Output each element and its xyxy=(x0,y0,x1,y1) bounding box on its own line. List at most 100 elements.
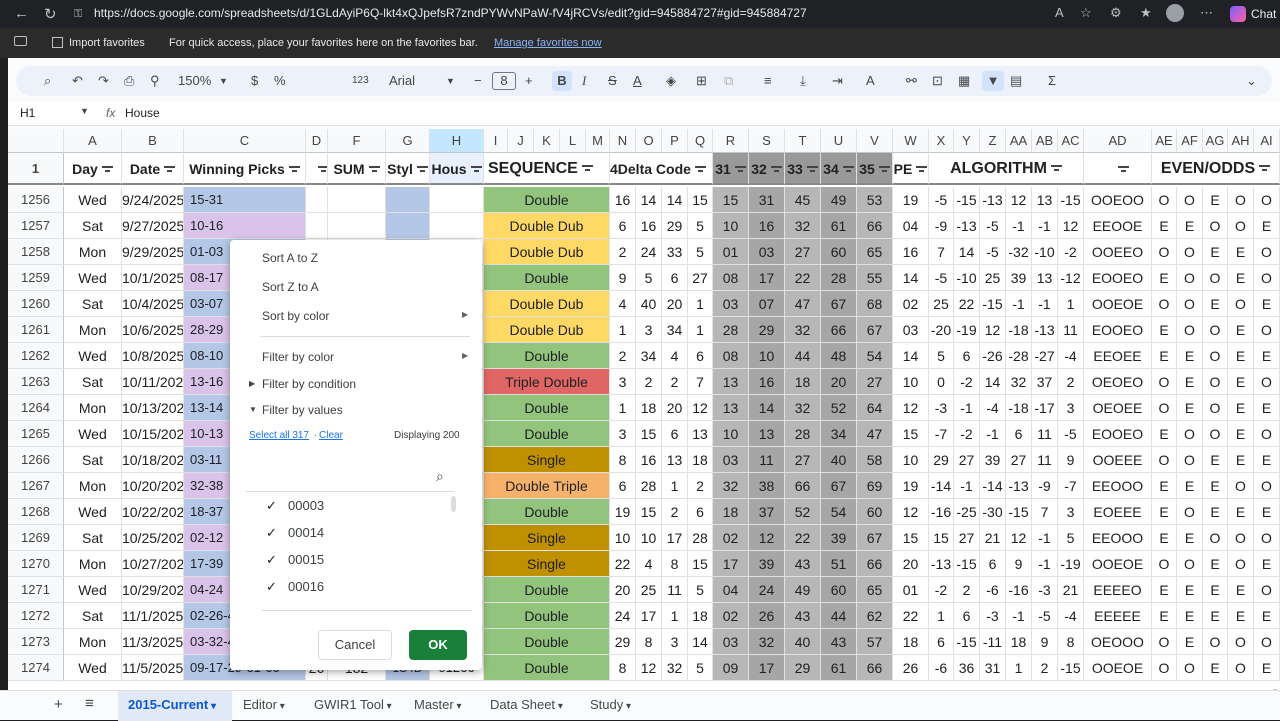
cell-house[interactable] xyxy=(430,213,484,239)
cell-number[interactable]: 08 xyxy=(713,265,749,291)
cell-day[interactable]: Mon xyxy=(64,473,122,499)
cell-algorithm[interactable]: -20 xyxy=(929,317,954,343)
cell-delta[interactable]: 10 xyxy=(636,525,662,551)
cell-algorithm[interactable]: -6 xyxy=(929,655,954,681)
cell-even-odd[interactable]: O xyxy=(1152,395,1177,421)
cell-sequence[interactable]: Double xyxy=(484,187,610,213)
cell-even-odd[interactable]: E xyxy=(1228,447,1254,473)
cell-even-odd[interactable]: O xyxy=(1203,213,1228,239)
fill-color-icon[interactable]: ◈ xyxy=(666,71,676,91)
cell-delta[interactable]: 3 xyxy=(662,629,688,655)
cell-even-odd[interactable]: O xyxy=(1228,187,1254,213)
cell-number[interactable]: 69 xyxy=(857,473,893,499)
cell-algorithm[interactable]: 27 xyxy=(1006,447,1032,473)
cell-number[interactable]: 04 xyxy=(713,577,749,603)
cell-number[interactable]: 32 xyxy=(785,395,821,421)
cell-even-odd[interactable]: O xyxy=(1177,239,1203,265)
column-header-h[interactable]: H xyxy=(430,129,484,153)
cell-number[interactable]: 37 xyxy=(749,499,785,525)
cell-ad[interactable]: EEOEE xyxy=(1084,343,1152,369)
cell-number[interactable]: 66 xyxy=(857,655,893,681)
cell-delta[interactable]: 17 xyxy=(636,603,662,629)
cell-delta[interactable]: 14 xyxy=(662,187,688,213)
column-header-p[interactable]: P xyxy=(662,129,688,153)
cell-number[interactable]: 47 xyxy=(785,291,821,317)
cell-number[interactable]: 11 xyxy=(749,447,785,473)
cell-delta[interactable]: 9 xyxy=(610,265,636,291)
cell-delta[interactable]: 6 xyxy=(610,213,636,239)
borders-icon[interactable]: ⊞ xyxy=(696,71,707,91)
cell-day[interactable]: Mon xyxy=(64,629,122,655)
header-sum[interactable]: SUM xyxy=(328,153,386,185)
cell-number[interactable]: 44 xyxy=(785,343,821,369)
cell-number[interactable]: 02 xyxy=(713,603,749,629)
cell-number[interactable]: 13 xyxy=(713,369,749,395)
cell-algorithm[interactable]: -17 xyxy=(1032,395,1058,421)
cell-winning-picks[interactable]: 15-31 xyxy=(184,187,306,213)
column-header-ae[interactable]: AE xyxy=(1152,129,1177,153)
scrollbar[interactable] xyxy=(451,496,456,512)
bold-button[interactable]: B xyxy=(552,71,572,91)
column-header-m[interactable]: M xyxy=(586,129,610,153)
cell-algorithm[interactable]: 31 xyxy=(980,655,1006,681)
cell-number[interactable]: 27 xyxy=(785,239,821,265)
cell-delta[interactable]: 28 xyxy=(636,473,662,499)
cell-delta[interactable]: 17 xyxy=(662,525,688,551)
cell-algorithm[interactable]: -12 xyxy=(1058,265,1084,291)
cell-even-odd[interactable]: O xyxy=(1177,291,1203,317)
cell-algorithm[interactable]: 25 xyxy=(980,265,1006,291)
cell-number[interactable]: 54 xyxy=(857,343,893,369)
cell-ad[interactable]: EEOOO xyxy=(1084,525,1152,551)
sheet-tab[interactable]: 2015-Current ▾ xyxy=(128,697,216,712)
undo-icon[interactable]: ↶ xyxy=(72,71,83,91)
cell-even-odd[interactable]: O xyxy=(1152,629,1177,655)
cell-number[interactable]: 17 xyxy=(749,265,785,291)
cell-algorithm[interactable]: 27 xyxy=(954,525,980,551)
cell-delta[interactable]: 8 xyxy=(610,447,636,473)
cell-algorithm[interactable]: 1 xyxy=(1006,655,1032,681)
column-header-o[interactable]: O xyxy=(636,129,662,153)
cell-ad[interactable]: EEOOO xyxy=(1084,473,1152,499)
cell-ad[interactable]: OOEEO xyxy=(1084,239,1152,265)
cell-number[interactable]: 13 xyxy=(713,395,749,421)
cell-delta[interactable]: 3 xyxy=(610,369,636,395)
cell-day[interactable]: Wed xyxy=(64,577,122,603)
cell-even-odd[interactable]: O xyxy=(1254,525,1280,551)
cell-number[interactable]: 17 xyxy=(749,655,785,681)
cell-even-odd[interactable]: O xyxy=(1203,395,1228,421)
cell-number[interactable]: 68 xyxy=(857,291,893,317)
cell-pe[interactable]: 15 xyxy=(893,421,929,447)
cell-even-odd[interactable]: E xyxy=(1228,265,1254,291)
cell-algorithm[interactable]: 7 xyxy=(1032,499,1058,525)
cell-delta[interactable]: 6 xyxy=(662,421,688,447)
cell-date[interactable]: 10/15/2025 xyxy=(122,421,184,447)
cell-even-odd[interactable]: E xyxy=(1152,603,1177,629)
cell-algorithm[interactable]: -3 xyxy=(980,603,1006,629)
cell-even-odd[interactable]: E xyxy=(1254,655,1280,681)
cell-algorithm[interactable]: 12 xyxy=(1058,213,1084,239)
cell-delta[interactable]: 15 xyxy=(688,551,713,577)
cell-even-odd[interactable]: E xyxy=(1254,213,1280,239)
cell-algorithm[interactable]: -19 xyxy=(1058,551,1084,577)
vertical-align-icon[interactable]: ⤓ xyxy=(800,71,806,91)
cell-algorithm[interactable]: 6 xyxy=(929,629,954,655)
cell-delta[interactable]: 29 xyxy=(662,213,688,239)
cell-day[interactable]: Wed xyxy=(64,421,122,447)
cell-number[interactable]: 01 xyxy=(713,239,749,265)
cell-even-odd[interactable]: O xyxy=(1254,317,1280,343)
cell-algorithm[interactable]: 9 xyxy=(1006,551,1032,577)
cell-even-odd[interactable]: E xyxy=(1177,603,1203,629)
cell-even-odd[interactable]: O xyxy=(1152,551,1177,577)
cell-sequence[interactable]: Double xyxy=(484,343,610,369)
cell-delta[interactable]: 4 xyxy=(636,551,662,577)
cell-even-odd[interactable]: E xyxy=(1152,317,1177,343)
cell-date[interactable]: 10/27/2025 xyxy=(122,551,184,577)
filter-icon[interactable] xyxy=(101,166,113,174)
row-header[interactable]: 1265 xyxy=(8,421,64,447)
cell-delta[interactable]: 20 xyxy=(610,577,636,603)
cell-day[interactable]: Mon xyxy=(64,239,122,265)
cell-delta[interactable]: 28 xyxy=(688,525,713,551)
cell-even-odd[interactable]: O xyxy=(1152,655,1177,681)
cell-algorithm[interactable]: -10 xyxy=(954,265,980,291)
cell-algorithm[interactable]: -13 xyxy=(1032,317,1058,343)
